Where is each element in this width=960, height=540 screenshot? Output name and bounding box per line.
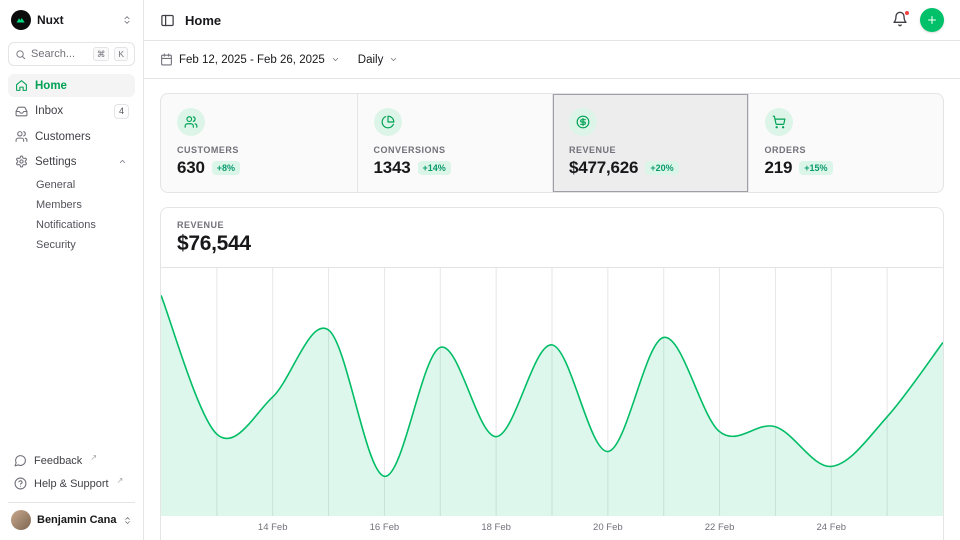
calendar-icon	[160, 53, 173, 66]
inbox-icon	[14, 104, 28, 118]
avatar	[11, 510, 31, 530]
cart-icon	[765, 108, 793, 136]
sidebar-item-label: Settings	[35, 156, 108, 168]
search-input[interactable]: Search... ⌘ K	[8, 42, 135, 66]
stat-label: REVENUE	[569, 145, 732, 155]
nuxt-logo-icon	[11, 10, 31, 30]
page-title: Home	[185, 13, 221, 28]
content: CUSTOMERS 630 +8% CONVERSIONS 1343 +14%	[144, 79, 960, 540]
stat-value: 630	[177, 158, 205, 178]
team-name: Nuxt	[37, 13, 116, 27]
main-area: Home Feb 12, 2025 - Feb 26, 2025	[144, 0, 960, 540]
interval-label: Daily	[358, 54, 384, 66]
date-range-label: Feb 12, 2025 - Feb 26, 2025	[179, 54, 325, 66]
sidebar-subitem-members[interactable]: Members	[8, 195, 135, 214]
chevron-down-icon	[389, 55, 398, 64]
team-switcher[interactable]: Nuxt	[8, 8, 135, 32]
chart-title: REVENUE	[177, 220, 927, 230]
external-link-icon: ↗	[117, 476, 124, 485]
interval-select[interactable]: Daily	[358, 54, 399, 66]
sidebar: Nuxt Search... ⌘ K Home	[0, 0, 144, 540]
sidebar-item-settings[interactable]: Settings	[8, 150, 135, 173]
user-name: Benjamin Canac	[37, 514, 117, 526]
x-axis-label: 16 Feb	[370, 522, 400, 533]
chart-svg	[161, 268, 943, 516]
notifications-bell-icon[interactable]	[892, 11, 910, 29]
search-placeholder: Search...	[31, 48, 88, 60]
revenue-area-chart[interactable]	[161, 268, 943, 516]
stat-label: CUSTOMERS	[177, 145, 341, 155]
footer-item-label: Feedback	[34, 455, 82, 467]
chart-pie-icon	[374, 108, 402, 136]
stat-delta-badge: +15%	[799, 161, 832, 175]
stats-row: CUSTOMERS 630 +8% CONVERSIONS 1343 +14%	[160, 93, 944, 193]
help-support-link[interactable]: Help & Support ↗	[8, 472, 135, 495]
sidebar-item-label: Inbox	[35, 105, 107, 117]
stat-delta-badge: +14%	[418, 161, 451, 175]
chevron-up-icon	[115, 155, 129, 169]
help-circle-icon	[14, 477, 27, 490]
kbd-cmd: ⌘	[93, 47, 110, 61]
collapse-sidebar-icon[interactable]	[160, 13, 175, 28]
stat-value: 219	[765, 158, 793, 178]
home-icon	[14, 79, 28, 93]
stat-label: ORDERS	[765, 145, 928, 155]
chart-total-value: $76,544	[177, 232, 927, 256]
sidebar-bottom: Feedback ↗ Help & Support ↗ Benjamin Can…	[8, 449, 135, 532]
sidebar-item-home[interactable]: Home	[8, 74, 135, 97]
x-axis-label: 24 Feb	[816, 522, 846, 533]
gear-icon	[14, 155, 28, 169]
x-axis-label: 18 Feb	[481, 522, 511, 533]
dollar-circle-icon	[569, 108, 597, 136]
chevron-up-down-icon	[123, 516, 132, 525]
sidebar-top: Nuxt Search... ⌘ K Home	[8, 8, 135, 255]
x-axis: 14 Feb 16 Feb 18 Feb 20 Feb 22 Feb 24 Feb	[161, 516, 943, 540]
feedback-link[interactable]: Feedback ↗	[8, 449, 135, 472]
stat-delta-badge: +20%	[645, 161, 678, 175]
stat-value: 1343	[374, 158, 411, 178]
notification-dot	[904, 10, 910, 16]
external-link-icon: ↗	[90, 453, 97, 462]
inbox-count-badge: 4	[114, 104, 129, 119]
dashboard-app: Nuxt Search... ⌘ K Home	[0, 0, 960, 540]
sidebar-item-customers[interactable]: Customers	[8, 125, 135, 148]
revenue-chart-card: REVENUE $76,544 14 Feb 16 Feb 18 Feb 20 Feb…	[160, 207, 944, 540]
x-axis-label: 20 Feb	[593, 522, 623, 533]
add-button[interactable]	[920, 8, 944, 32]
stat-value: $477,626	[569, 158, 638, 178]
x-axis-label: 14 Feb	[258, 522, 288, 533]
sidebar-item-label: Customers	[35, 131, 129, 143]
stat-card-orders[interactable]: ORDERS 219 +15%	[748, 94, 944, 192]
main-header: Home	[144, 0, 960, 41]
sidebar-nav: Home Inbox 4 Customers	[8, 74, 135, 254]
kbd-k: K	[114, 47, 128, 61]
user-menu[interactable]: Benjamin Canac	[8, 502, 135, 532]
users-icon	[177, 108, 205, 136]
sidebar-item-inbox[interactable]: Inbox 4	[8, 99, 135, 123]
filters-toolbar: Feb 12, 2025 - Feb 26, 2025 Daily	[144, 41, 960, 79]
message-bubble-icon	[14, 454, 27, 467]
stat-label: CONVERSIONS	[374, 145, 537, 155]
stat-card-revenue[interactable]: REVENUE $477,626 +20%	[552, 94, 748, 192]
chart-header: REVENUE $76,544	[161, 208, 943, 268]
chevron-up-down-icon	[122, 15, 132, 25]
sidebar-subitem-notifications[interactable]: Notifications	[8, 215, 135, 234]
search-icon	[15, 49, 26, 60]
sidebar-item-label: Home	[35, 80, 129, 92]
users-icon	[14, 130, 28, 144]
stat-card-customers[interactable]: CUSTOMERS 630 +8%	[161, 94, 357, 192]
date-range-picker[interactable]: Feb 12, 2025 - Feb 26, 2025	[160, 53, 340, 66]
chevron-down-icon	[331, 55, 340, 64]
footer-item-label: Help & Support	[34, 478, 109, 490]
sidebar-subitem-security[interactable]: Security	[8, 235, 135, 254]
sidebar-subitem-general[interactable]: General	[8, 175, 135, 194]
stat-card-conversions[interactable]: CONVERSIONS 1343 +14%	[357, 94, 553, 192]
stat-delta-badge: +8%	[212, 161, 240, 175]
x-axis-label: 22 Feb	[705, 522, 735, 533]
